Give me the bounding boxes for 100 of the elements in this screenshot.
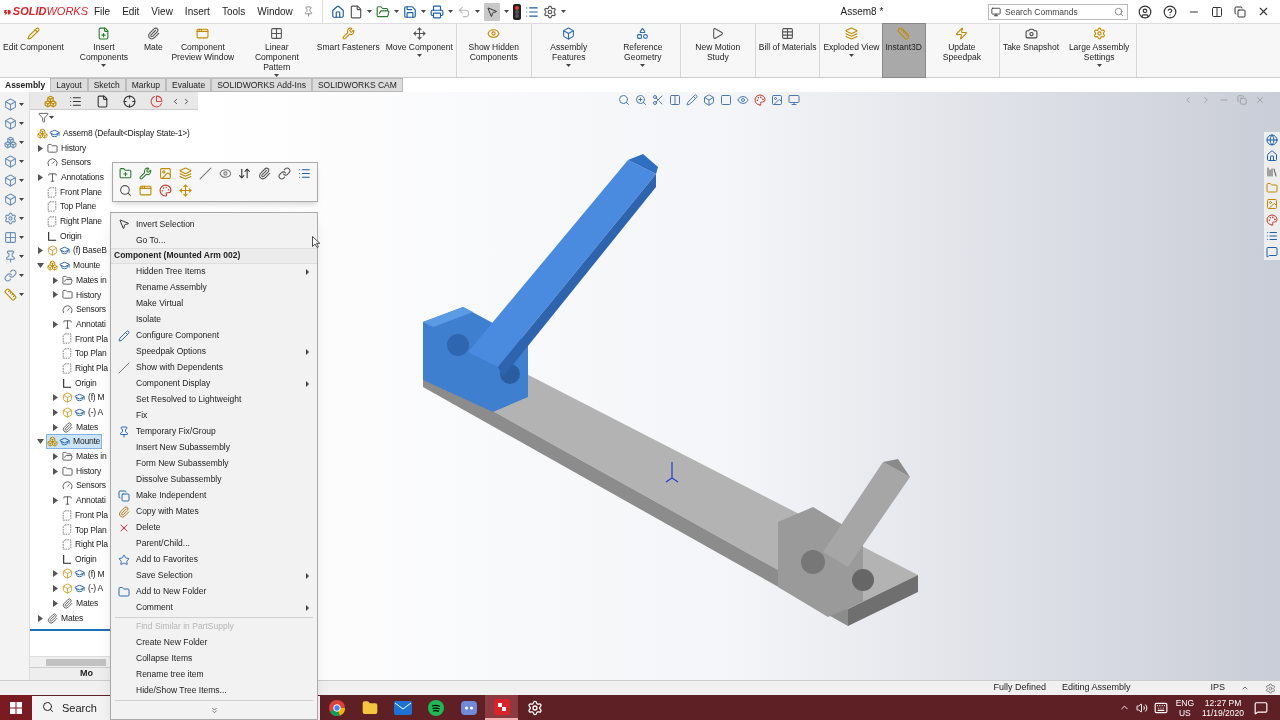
menu-item[interactable]: Copy with Mates [111,503,317,520]
cube-icon[interactable] [4,117,17,130]
collapsed-arrow-icon[interactable] [52,452,58,460]
menu-item[interactable]: Create New Folder [111,634,317,651]
wrench-icon[interactable] [138,167,152,180]
tree-item[interactable]: Origin [61,375,99,391]
command-tab[interactable]: Layout [50,78,88,92]
settings-icon[interactable] [542,4,557,19]
ribbon-button[interactable]: Linear Component Pattern [239,24,314,77]
list-icon[interactable] [298,167,312,180]
gear-icon[interactable] [4,212,17,225]
command-tab[interactable]: Markup [125,78,167,92]
collapsed-arrow-icon[interactable] [52,423,58,431]
ribbon-button[interactable]: Move Component [382,24,456,77]
sort-icon[interactable] [238,167,252,180]
tree-item[interactable]: Origin [61,551,99,567]
collapsed-arrow-icon[interactable] [52,599,58,607]
caret-up-icon[interactable] [1241,684,1249,692]
view-icon[interactable] [669,94,681,106]
menu-item[interactable]: Save Selection [111,567,317,584]
menu-item[interactable]: Hide/Show Tree Items... [111,682,317,699]
folder-plus-icon[interactable] [119,167,132,180]
start-button[interactable] [0,695,32,720]
tree-item[interactable]: Front Plane [46,184,104,200]
menu-item[interactable]: Insert New Subassembly [111,439,317,456]
palette-icon[interactable] [754,94,766,106]
property-tab[interactable] [69,95,82,108]
ribbon-button[interactable]: Exploded View [820,24,883,77]
search-icon[interactable] [618,94,630,106]
tree-item[interactable]: Annotati [61,493,108,508]
tree-item[interactable]: Front Pla [61,331,110,347]
display-icon[interactable] [720,94,732,106]
tree-item[interactable]: (-) A [61,405,106,420]
eye-icon[interactable] [737,94,749,106]
menu-item[interactable]: Rename tree item [111,666,317,683]
slash-icon[interactable] [198,167,212,180]
menu-item[interactable]: Configure Component [111,327,317,344]
globe-icon[interactable] [1266,134,1278,146]
display-tab[interactable] [150,95,163,108]
tree-item[interactable]: Annotati [61,316,108,332]
ribbon-button[interactable]: Instant3D [882,24,925,77]
open-folder-icon[interactable] [375,4,390,19]
home-icon[interactable] [1266,150,1278,162]
menu-item[interactable]: Dissolve Subassembly [111,471,317,488]
collapsed-arrow-icon[interactable] [37,247,43,255]
scroll-left-icon[interactable] [171,97,180,106]
link-icon[interactable] [278,167,292,180]
clock-time[interactable]: 12:27 PM [1204,697,1242,708]
tree-item[interactable]: Origin [46,228,84,244]
tree-item[interactable]: Mates in [61,449,109,464]
traffic-light-icon[interactable] [512,3,521,20]
scroll-right-icon[interactable] [182,97,191,106]
menu-item[interactable]: Make Virtual [111,295,317,312]
pencil-icon[interactable] [686,94,698,106]
image-icon[interactable] [158,167,172,180]
menu-item[interactable]: Hidden Tree Items [111,263,317,280]
menu-item[interactable]: Add to Favorites [111,551,317,568]
model-tab[interactable]: Mo [80,667,93,680]
tree-item[interactable]: Mates in [61,272,109,288]
ribbon-button[interactable]: Large Assembly Settings [1062,24,1137,77]
search-field[interactable]: Search Commands [988,3,1128,20]
tree-item[interactable]: History [61,463,104,479]
home-icon[interactable] [330,4,345,19]
palette-icon[interactable] [159,184,172,197]
units-text[interactable]: IPS [1210,681,1225,695]
tree-item[interactable]: Top Plane [46,199,98,215]
paperclip-icon[interactable] [258,167,272,180]
menu-item[interactable]: Parent/Child... [111,535,317,552]
tree-item[interactable]: History [46,140,89,156]
monitor-icon[interactable] [788,94,800,106]
ribbon-button[interactable]: Show Hidden Components [456,24,531,77]
link-icon[interactable] [4,269,17,282]
menu-item[interactable]: Delete [111,519,317,536]
close-icon[interactable] [1257,5,1270,18]
section-icon[interactable] [652,94,664,106]
command-tab[interactable]: Evaluate [166,78,212,92]
layers-icon[interactable] [178,167,192,180]
tree-item[interactable]: (f) BaseB [46,243,109,259]
new-file-icon[interactable] [348,4,363,19]
ribbon-button[interactable]: Bill of Materials [755,24,820,77]
expanded-arrow-icon[interactable] [36,263,44,269]
tree-item[interactable]: Sensors [61,302,108,317]
configuration-tab[interactable] [96,95,109,108]
language-text[interactable]: ENG [1175,697,1195,708]
assembly-icon[interactable] [4,136,17,149]
rebuild-icon[interactable] [1265,682,1276,694]
notification-icon[interactable] [1254,700,1268,715]
tree-item[interactable]: Mounte [46,434,103,450]
account-icon[interactable] [1138,4,1152,19]
tree-item[interactable]: Mates [61,595,101,611]
ribbon-button[interactable]: New Motion Study [680,24,755,77]
tree-item[interactable]: Right Pla [61,360,110,376]
tree-item[interactable]: Top Plan [61,346,109,362]
menu-item[interactable]: Fix [111,407,317,424]
cube-icon[interactable] [4,193,17,206]
tree-item[interactable]: (-) A [61,581,106,597]
region-text[interactable]: US [1178,707,1191,718]
menu-item[interactable]: Window [251,4,299,19]
command-tab[interactable]: Sketch [87,78,126,92]
collapsed-arrow-icon[interactable] [37,144,43,152]
